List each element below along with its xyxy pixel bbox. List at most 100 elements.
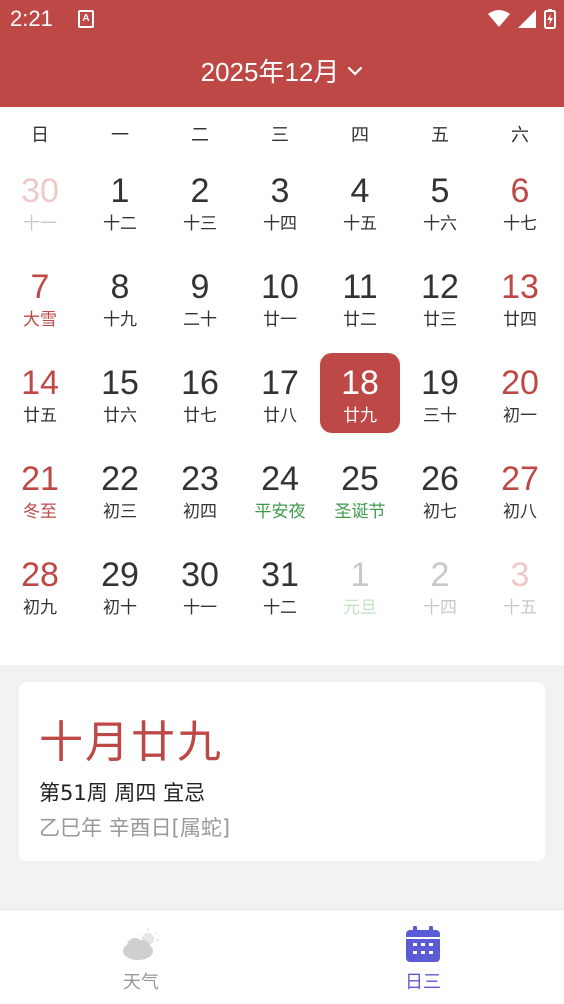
month-calendar: 日 一 二 三 四 五 六 30 十一 1 十二 2 十三 3 十四 4 十五 5 十六 6 十七 7 大雪 8 十九 9 二十 1… (0, 107, 564, 665)
nav-calendar-label: 日三 (405, 972, 441, 993)
lunar-label: 初九 (23, 598, 57, 618)
day-cell[interactable]: 8 十九 (80, 261, 160, 357)
lunar-label: 圣诞节 (334, 502, 386, 522)
day-cell[interactable]: 10 廿一 (240, 261, 320, 357)
day-cell[interactable]: 31 十二 (240, 549, 320, 645)
day-cell[interactable]: 11 廿二 (320, 261, 400, 357)
lunar-label: 大雪 (23, 310, 57, 330)
day-cell[interactable]: 14 廿五 (0, 357, 80, 453)
day-number: 14 (21, 364, 59, 402)
day-number: 2 (190, 172, 210, 210)
lunar-label: 元旦 (343, 598, 377, 618)
day-cell[interactable]: 20 初一 (480, 357, 560, 453)
day-cell[interactable]: 21 冬至 (0, 453, 80, 549)
day-cell[interactable]: 30 十一 (160, 549, 240, 645)
day-cell[interactable]: 30 十一 (0, 165, 80, 261)
day-cell[interactable]: 28 初九 (0, 549, 80, 645)
lunar-label: 初一 (503, 406, 537, 426)
day-number: 5 (430, 172, 450, 210)
month-title-text: 2025年12月 (200, 57, 340, 87)
day-number: 27 (501, 460, 539, 498)
weekday-label: 四 (351, 125, 369, 146)
lunar-label: 廿八 (263, 406, 297, 426)
day-cell[interactable]: 2 十三 (160, 165, 240, 261)
lunar-label: 廿五 (23, 406, 57, 426)
day-number: 30 (21, 172, 59, 210)
cloud-sun-icon (123, 928, 159, 960)
day-cell[interactable]: 6 十七 (480, 165, 560, 261)
day-cell[interactable]: 15 廿六 (80, 357, 160, 453)
nav-weather-label: 天气 (123, 972, 159, 993)
day-cell[interactable]: 7 大雪 (0, 261, 80, 357)
day-cell[interactable]: 24 平安夜 (240, 453, 320, 549)
day-cell[interactable]: 3 十四 (240, 165, 320, 261)
ganzhi-info: 乙巳年 辛酉日[属蛇] (39, 816, 231, 840)
weekday-label: 五 (431, 125, 449, 146)
day-cell[interactable]: 1 元旦 (320, 549, 400, 645)
nav-weather[interactable]: 天气 (0, 910, 282, 1004)
status-bar: 2:21 A (0, 0, 564, 40)
day-cell[interactable]: 23 初四 (160, 453, 240, 549)
day-cell[interactable]: 13 廿四 (480, 261, 560, 357)
day-cell[interactable]: 19 三十 (400, 357, 480, 453)
signal-icon (518, 10, 536, 28)
lunar-label: 廿四 (503, 310, 537, 330)
status-time: 2:21 (10, 6, 53, 31)
week-row: 30 十一 1 十二 2 十三 3 十四 4 十五 5 十六 6 十七 (0, 165, 564, 261)
day-cell[interactable]: 5 十六 (400, 165, 480, 261)
lunar-label: 十一 (183, 598, 217, 618)
lunar-label: 廿七 (183, 406, 217, 426)
day-number: 18 (341, 364, 379, 402)
week-info[interactable]: 第51周 周四 宜忌 (39, 777, 205, 807)
day-cell[interactable]: 12 廿三 (400, 261, 480, 357)
day-cell[interactable]: 4 十五 (320, 165, 400, 261)
day-number: 1 (110, 172, 130, 210)
day-cell[interactable]: 3 十五 (480, 549, 560, 645)
day-cell-selected[interactable]: 18 廿九 (320, 353, 400, 453)
lunar-label: 初十 (103, 598, 137, 618)
lunar-label: 初四 (183, 502, 217, 522)
day-cell[interactable]: 16 廿七 (160, 357, 240, 453)
day-number: 7 (30, 268, 50, 306)
day-cell[interactable]: 1 十二 (80, 165, 160, 261)
day-number: 22 (101, 460, 139, 498)
day-number: 20 (501, 364, 539, 402)
day-cell[interactable]: 17 廿八 (240, 357, 320, 453)
lunar-label: 十一 (23, 214, 57, 234)
day-number: 6 (510, 172, 530, 210)
nav-calendar[interactable]: 日三 (282, 910, 564, 1004)
day-cell[interactable]: 27 初八 (480, 453, 560, 549)
day-number: 28 (21, 556, 59, 594)
day-number: 12 (421, 268, 459, 306)
weekday-label: 六 (511, 125, 529, 146)
week-row: 14 廿五 15 廿六 16 廿七 17 廿八 18 廿九 19 三十 20 初一 (0, 353, 564, 453)
day-number: 16 (181, 364, 219, 402)
day-cell[interactable]: 25 圣诞节 (320, 453, 400, 549)
day-number: 24 (261, 460, 299, 498)
lunar-label: 十七 (503, 214, 537, 234)
lunar-label: 初七 (423, 502, 457, 522)
day-number: 31 (261, 556, 299, 594)
day-number: 9 (190, 268, 210, 306)
day-number: 2 (430, 556, 450, 594)
month-selector[interactable]: 2025年12月 (0, 52, 564, 89)
calendar-icon (406, 926, 440, 962)
lunar-label: 十四 (263, 214, 297, 234)
day-cell[interactable]: 9 二十 (160, 261, 240, 357)
lunar-label: 平安夜 (254, 502, 306, 522)
lunar-label: 廿六 (103, 406, 137, 426)
day-cell[interactable]: 26 初七 (400, 453, 480, 549)
day-cell[interactable]: 29 初十 (80, 549, 160, 645)
week-row: 7 大雪 8 十九 9 二十 10 廿一 11 廿二 12 廿三 13 廿四 (0, 261, 564, 357)
day-cell[interactable]: 2 十四 (400, 549, 480, 645)
lunar-label: 十五 (503, 598, 537, 618)
lunar-label: 十九 (103, 310, 137, 330)
day-grid: 30 十一 1 十二 2 十三 3 十四 4 十五 5 十六 6 十七 7 大雪 8 十九 9 二十 10 廿一 11 廿二 1… (0, 165, 564, 645)
day-cell[interactable]: 22 初三 (80, 453, 160, 549)
day-number: 1 (350, 556, 370, 594)
day-number: 13 (501, 268, 539, 306)
weekday-label: 三 (271, 125, 289, 146)
lunar-date-title: 十月廿九 (39, 717, 223, 768)
lunar-label: 十二 (263, 598, 297, 618)
day-number: 25 (341, 460, 379, 498)
